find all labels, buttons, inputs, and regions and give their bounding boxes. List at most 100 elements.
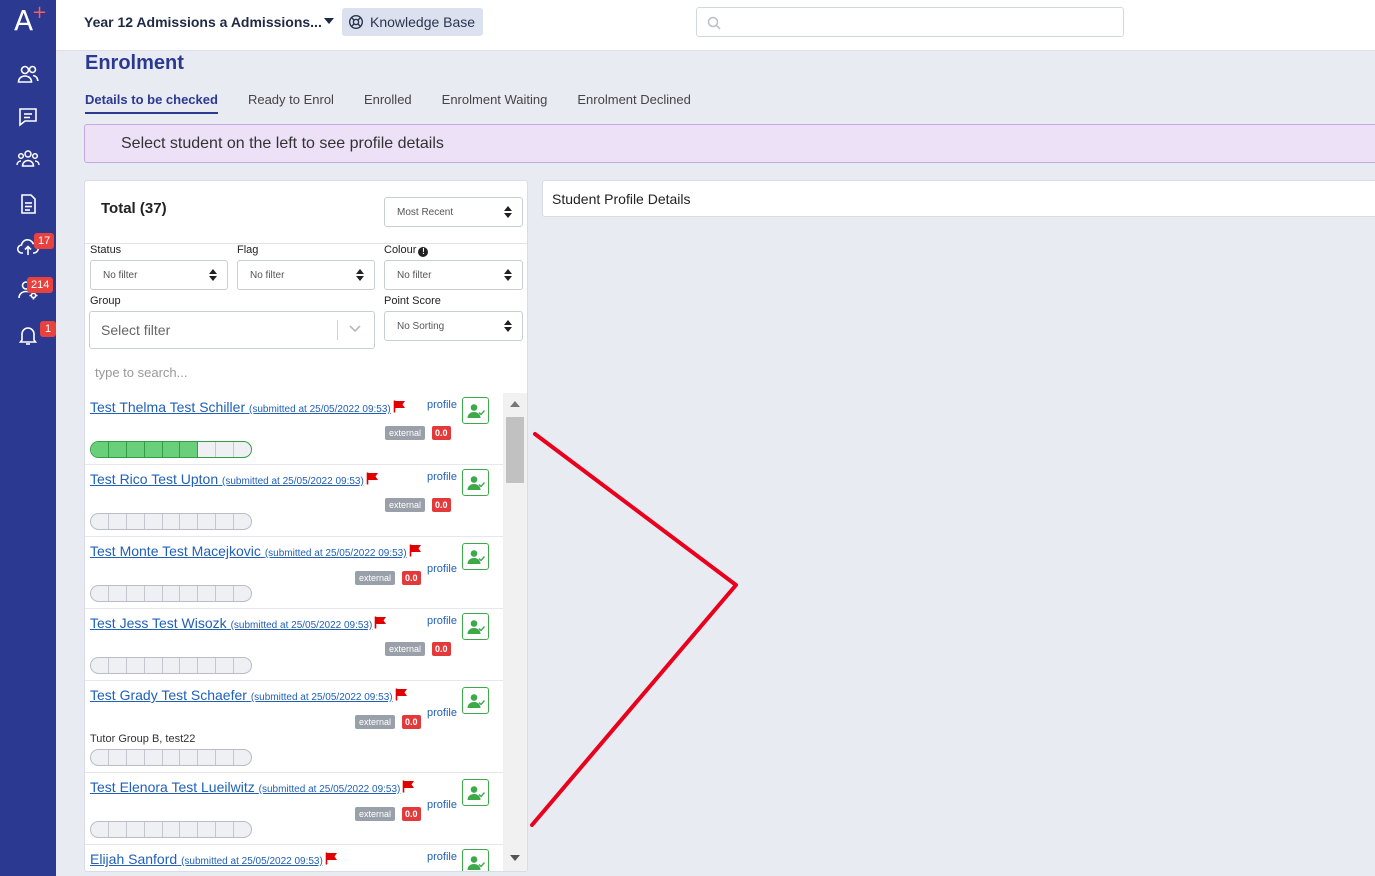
student-row[interactable]: Test Grady Test Schaefer (submitted at 2… (85, 681, 503, 773)
chat-icon[interactable] (12, 101, 44, 133)
sort-select[interactable]: Most Recent (384, 197, 523, 227)
user-check-icon (467, 475, 485, 491)
user-check-icon (467, 785, 485, 801)
knowledge-base-label: Knowledge Base (370, 14, 476, 30)
progress-segment (180, 658, 199, 673)
context-selector[interactable]: Year 12 Admissions a Admissions... (84, 14, 322, 30)
colour-filter-label: Colour! (384, 244, 429, 257)
student-row[interactable]: Test Elenora Test Lueilwitz (submitted a… (85, 773, 503, 845)
progress-segment (234, 750, 251, 765)
flag-icon[interactable] (409, 544, 422, 557)
student-name-link[interactable]: Elijah Sanford (submitted at 25/05/2022 … (90, 851, 338, 867)
flag-icon[interactable] (374, 616, 387, 629)
student-list-panel: Total (37) Most Recent Status Flag Colou… (84, 180, 528, 872)
user-check-icon (467, 855, 485, 871)
tab-ready-to-enrol[interactable]: Ready to Enrol (248, 92, 334, 114)
profile-link[interactable]: profile (427, 471, 457, 483)
student-row[interactable]: Test Jess Test Wisozk (submitted at 25/0… (85, 609, 503, 681)
enrolment-progress-bar (90, 441, 252, 458)
enrolment-progress-bar (90, 749, 252, 766)
profile-link[interactable]: profile (427, 399, 457, 411)
group-filter-select[interactable]: Select filter (89, 311, 375, 349)
profile-link[interactable]: profile (427, 707, 457, 719)
student-name-link[interactable]: Test Elenora Test Lueilwitz (submitted a… (90, 779, 415, 795)
user-check-icon (467, 549, 485, 565)
progress-segment (234, 658, 251, 673)
tab-enrolment-waiting[interactable]: Enrolment Waiting (442, 92, 548, 114)
approve-user-button[interactable] (462, 849, 489, 871)
divider (85, 243, 527, 244)
tab-enrolled[interactable]: Enrolled (364, 92, 412, 114)
profile-link[interactable]: profile (427, 615, 457, 627)
scroll-down-arrow-icon[interactable] (510, 855, 520, 861)
source-tag: external (355, 807, 396, 821)
progress-segment (109, 822, 127, 837)
progress-segment (127, 658, 145, 673)
approve-user-button[interactable] (462, 687, 489, 714)
progress-segment (127, 514, 145, 529)
student-row[interactable]: Test Thelma Test Schiller (submitted at … (85, 393, 503, 465)
progress-segment (216, 586, 235, 601)
status-filter-select[interactable]: No filter (90, 260, 228, 290)
progress-segment (198, 658, 217, 673)
profile-link[interactable]: profile (427, 799, 457, 811)
progress-segment (145, 586, 163, 601)
top-bar: Year 12 Admissions a Admissions... Knowl… (56, 0, 1375, 51)
approve-user-button[interactable] (462, 779, 489, 806)
global-search-input[interactable] (696, 7, 1124, 37)
knowledge-base-button[interactable]: Knowledge Base (342, 8, 484, 36)
profile-link[interactable]: profile (427, 851, 457, 863)
student-row[interactable]: Test Monte Test Macejkovic (submitted at… (85, 537, 503, 609)
colour-filter-select[interactable]: No filter (384, 260, 523, 290)
student-search-input[interactable]: type to search... (95, 365, 188, 380)
flag-icon[interactable] (325, 852, 338, 865)
progress-segment (109, 658, 127, 673)
sort-select-value: Most Recent (397, 207, 454, 218)
flag-icon[interactable] (402, 780, 415, 793)
user-check-icon (467, 619, 485, 635)
app-logo[interactable]: A + (14, 2, 47, 36)
student-name-link[interactable]: Test Monte Test Macejkovic (submitted at… (90, 543, 422, 559)
flag-icon[interactable] (393, 400, 406, 413)
context-caret-icon[interactable] (324, 18, 334, 24)
progress-segment (162, 442, 181, 457)
scroll-thumb[interactable] (506, 417, 524, 483)
tab-details-to-be-checked[interactable]: Details to be checked (85, 92, 218, 114)
search-icon (707, 16, 721, 30)
student-row[interactable]: Elijah Sanford (submitted at 25/05/2022 … (85, 845, 503, 871)
point-score-label: Point Score (384, 295, 441, 307)
point-score-select[interactable]: No Sorting (384, 311, 523, 341)
scroll-up-arrow-icon[interactable] (510, 401, 520, 407)
student-name-link[interactable]: Test Thelma Test Schiller (submitted at … (90, 399, 406, 415)
student-row[interactable]: Test Rico Test Upton (submitted at 25/05… (85, 465, 503, 537)
flag-filter-select[interactable]: No filter (237, 260, 375, 290)
select-arrows-icon (504, 320, 512, 332)
progress-segment (163, 514, 181, 529)
list-scrollbar[interactable] (503, 393, 527, 871)
progress-segment (91, 442, 109, 457)
source-tag: external (355, 715, 396, 729)
student-name-link[interactable]: Test Rico Test Upton (submitted at 25/05… (90, 471, 379, 487)
profile-link[interactable]: profile (427, 563, 457, 575)
progress-segment (163, 750, 181, 765)
contacts-icon[interactable] (12, 58, 44, 90)
progress-segment (109, 514, 127, 529)
info-banner: Select student on the left to see profil… (84, 124, 1375, 163)
approve-user-button[interactable] (462, 469, 489, 496)
flag-icon[interactable] (395, 688, 408, 701)
document-icon[interactable] (12, 188, 44, 220)
enrolment-progress-bar (90, 657, 252, 674)
approve-user-button[interactable] (462, 543, 489, 570)
student-name-link[interactable]: Test Grady Test Schaefer (submitted at 2… (90, 687, 408, 703)
progress-segment (216, 514, 235, 529)
approve-user-button[interactable] (462, 613, 489, 640)
info-icon[interactable]: ! (418, 247, 429, 257)
student-name-link[interactable]: Test Jess Test Wisozk (submitted at 25/0… (90, 615, 387, 631)
approve-user-button[interactable] (462, 397, 489, 424)
flag-icon[interactable] (366, 472, 379, 485)
user-check-icon (467, 693, 485, 709)
enrolment-progress-bar (90, 513, 252, 530)
users-group-icon[interactable] (12, 143, 44, 175)
tab-enrolment-declined[interactable]: Enrolment Declined (577, 92, 690, 114)
progress-segment (198, 750, 217, 765)
